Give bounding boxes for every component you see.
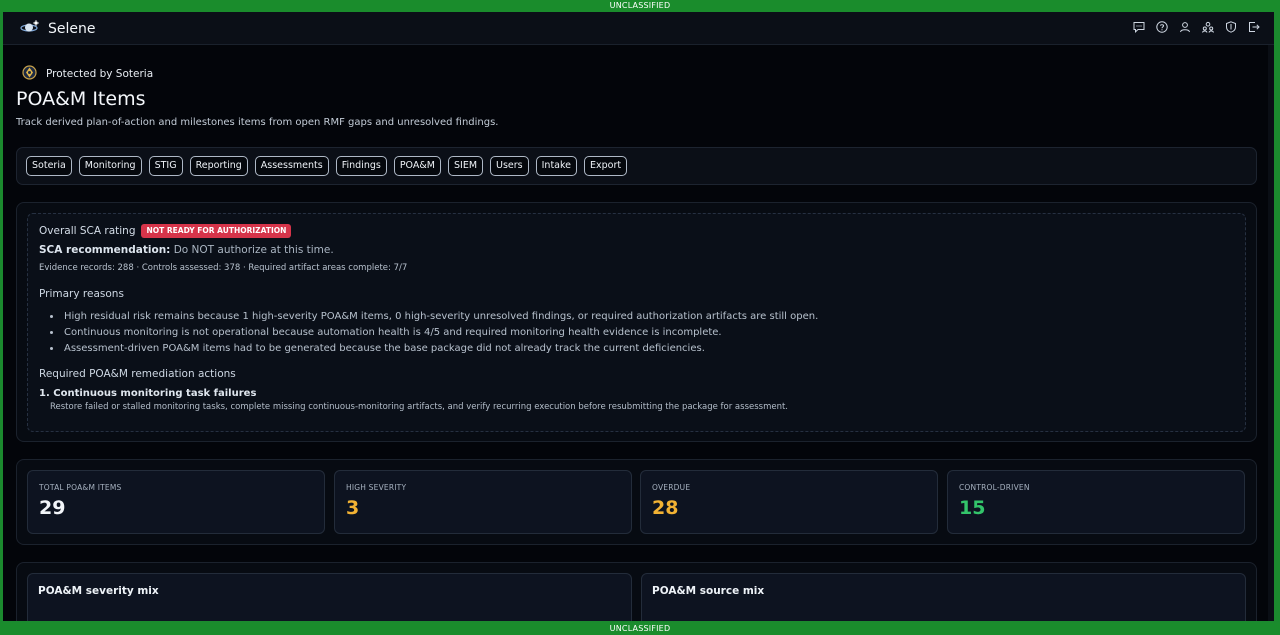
sca-recommendation-value: Do NOT authorize at this time. <box>170 244 334 256</box>
sca-rating-label: Overall SCA rating <box>39 225 136 237</box>
stat-card-overdue: OVERDUE 28 <box>640 470 938 534</box>
source-mix-title: POA&M source mix <box>652 585 765 597</box>
header-actions <box>1133 21 1260 33</box>
help-circle-icon[interactable] <box>1156 21 1168 33</box>
page-scrollbar[interactable] <box>1268 45 1274 621</box>
remediation-action-description: Restore failed or stalled monitoring tas… <box>50 402 789 412</box>
stat-value: 28 <box>652 497 679 519</box>
app-window: Selene Protected by Soteria POA&M Items … <box>3 12 1274 621</box>
satellite-planet-icon <box>20 19 40 39</box>
nav-button-monitoring[interactable]: Monitoring <box>78 156 142 176</box>
classification-banner-top: UNCLASSIFIED <box>0 0 1280 12</box>
authorization-status-badge: NOT READY FOR AUTHORIZATION <box>141 224 292 238</box>
reason-item: Assessment-driven POA&M items had to be … <box>50 341 1234 357</box>
stat-label: TOTAL POA&M ITEMS <box>39 483 122 492</box>
nav-button-stig[interactable]: STIG <box>148 156 183 176</box>
module-nav: Soteria Monitoring STIG Reporting Assess… <box>16 147 1257 185</box>
sca-rating-card: Overall SCA rating NOT READY FOR AUTHORI… <box>27 213 1246 432</box>
soteria-logo-icon <box>22 65 37 83</box>
stat-label: OVERDUE <box>652 483 691 492</box>
app-title: Selene <box>48 21 96 37</box>
stat-value: 3 <box>346 497 360 519</box>
nav-button-intake[interactable]: Intake <box>535 156 578 176</box>
stat-card-high-severity: HIGH SEVERITY 3 <box>334 470 632 534</box>
source-mix-card: POA&M source mix <box>641 573 1246 621</box>
nav-button-users[interactable]: Users <box>490 156 529 176</box>
shield-icon[interactable] <box>1225 21 1237 33</box>
nav-button-soteria[interactable]: Soteria <box>26 156 72 176</box>
logout-icon[interactable] <box>1248 21 1260 33</box>
nav-button-siem[interactable]: SIEM <box>447 156 484 176</box>
stat-label: CONTROL-DRIVEN <box>959 483 1030 492</box>
sca-evidence-summary: Evidence records: 288 · Controls assesse… <box>39 263 408 273</box>
poam-stats-panel: TOTAL POA&M ITEMS 29 HIGH SEVERITY 3 OVE… <box>16 459 1257 545</box>
app-header: Selene <box>3 12 1274 45</box>
stat-value: 15 <box>959 497 986 519</box>
protected-by-text: Protected by Soteria <box>46 68 154 80</box>
protected-by-label: Protected by Soteria <box>22 65 153 83</box>
user-icon[interactable] <box>1179 21 1191 33</box>
primary-reasons-list: High residual risk remains because 1 hig… <box>50 309 1234 357</box>
stat-card-control-driven: CONTROL-DRIVEN 15 <box>947 470 1245 534</box>
page-title: POA&M Items <box>16 88 146 110</box>
remediation-actions-heading: Required POA&M remediation actions <box>39 368 236 380</box>
sca-rating-panel: Overall SCA rating NOT READY FOR AUTHORI… <box>16 202 1257 442</box>
remediation-action-title: 1. Continuous monitoring task failures <box>39 388 257 399</box>
poam-charts-panel: POA&M severity mix POA&M source mix <box>16 562 1257 621</box>
severity-mix-card: POA&M severity mix <box>27 573 632 621</box>
stat-value: 29 <box>39 497 66 519</box>
nav-button-reporting[interactable]: Reporting <box>189 156 248 176</box>
users-icon[interactable] <box>1202 21 1214 33</box>
reason-item: High residual risk remains because 1 hig… <box>50 309 1234 325</box>
nav-button-findings[interactable]: Findings <box>335 156 387 176</box>
sca-recommendation: SCA recommendation: Do NOT authorize at … <box>39 244 1234 256</box>
severity-mix-title: POA&M severity mix <box>38 585 159 597</box>
nav-button-export[interactable]: Export <box>584 156 628 176</box>
brand[interactable]: Selene <box>20 19 96 39</box>
stat-label: HIGH SEVERITY <box>346 483 407 492</box>
nav-button-poam[interactable]: POA&M <box>393 156 441 176</box>
sca-recommendation-label: SCA recommendation: <box>39 244 171 256</box>
classification-banner-bottom: UNCLASSIFIED <box>0 623 1280 635</box>
stat-card-total: TOTAL POA&M ITEMS 29 <box>27 470 325 534</box>
nav-button-assessments[interactable]: Assessments <box>254 156 329 176</box>
page-subtitle: Track derived plan-of-action and milesto… <box>16 117 499 128</box>
chat-icon[interactable] <box>1133 21 1145 33</box>
primary-reasons-heading: Primary reasons <box>39 288 124 300</box>
reason-item: Continuous monitoring is not operational… <box>50 325 1234 341</box>
remediation-actions-list: 1. Continuous monitoring task failures R… <box>39 388 1234 412</box>
